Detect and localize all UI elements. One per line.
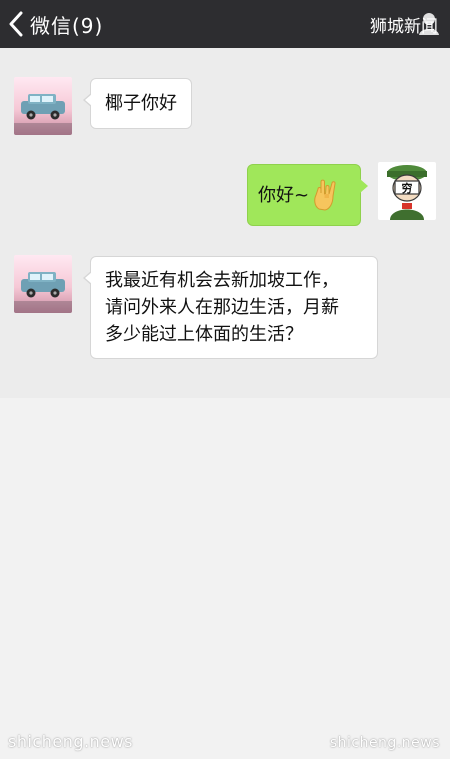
watermark-right: shicheng.news bbox=[329, 735, 440, 751]
message-text: 椰子你好 bbox=[105, 93, 177, 114]
person-icon[interactable] bbox=[418, 12, 440, 36]
message-line: 多少能过上体面的生活？ bbox=[105, 324, 303, 345]
contact-avatar[interactable] bbox=[14, 77, 72, 135]
message-text: 你好~ bbox=[258, 184, 310, 206]
back-button[interactable]: 微信(9) bbox=[8, 6, 103, 42]
cartoon-poor-avatar-image: 穷 bbox=[378, 162, 436, 220]
message-bubble-incoming[interactable]: 椰子你好 bbox=[83, 78, 192, 129]
back-title: 微信(9) bbox=[30, 13, 104, 38]
chat-area: 椰子你好 你好~ 穷 我最近有机会去新加坡工作， 请问外来人在那边生活，月薪 多… bbox=[0, 48, 450, 398]
chevron-left-icon bbox=[9, 11, 23, 37]
message-line: 我最近有机会去新加坡工作， bbox=[105, 270, 339, 291]
contact-avatar[interactable] bbox=[14, 255, 72, 313]
my-avatar[interactable]: 穷 bbox=[378, 162, 436, 220]
toy-car-avatar-image bbox=[14, 77, 72, 135]
message-line: 请问外来人在那边生活，月薪 bbox=[105, 297, 339, 318]
svg-text:穷: 穷 bbox=[402, 181, 413, 195]
rock-hand-emoji-icon bbox=[314, 179, 336, 211]
toy-car-avatar-image bbox=[14, 255, 72, 313]
top-bar: 微信(9) 狮城新闻 bbox=[0, 0, 450, 48]
blank-area bbox=[0, 398, 450, 759]
watermark-left: shicheng.news bbox=[8, 732, 133, 751]
message-bubble-outgoing[interactable]: 你好~ bbox=[247, 164, 368, 226]
message-bubble-incoming[interactable]: 我最近有机会去新加坡工作， 请问外来人在那边生活，月薪 多少能过上体面的生活？ bbox=[83, 256, 378, 359]
